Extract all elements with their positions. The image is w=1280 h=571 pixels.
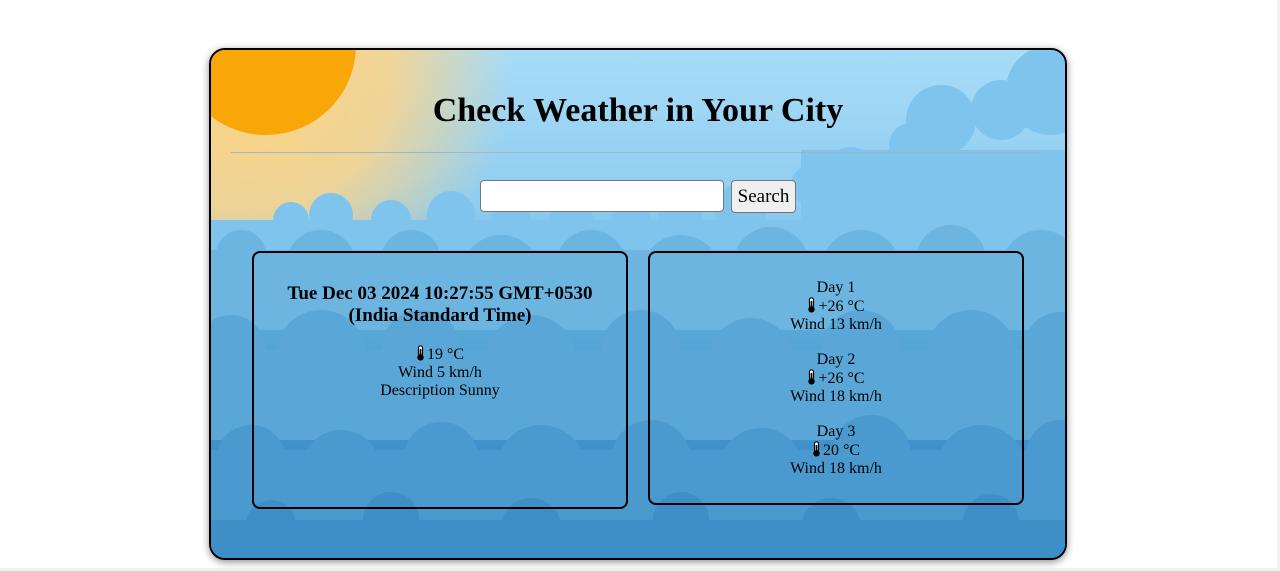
title-divider [231,152,1043,153]
current-details: 19 °C Wind 5 km/h Description Sunny [254,345,626,400]
forecast-day-3: Day 3 20 °C Wind 18 km/h [650,423,1022,478]
thermometer-icon [808,369,816,385]
current-temperature-row: 19 °C [254,345,626,364]
current-timezone-line: (India Standard Time) [348,305,532,326]
forecast-temperature: +26 °C [818,370,865,387]
current-temperature: 19 °C [426,346,465,363]
forecast-temperature-row: +26 °C [650,369,1022,388]
thermometer-icon [808,297,816,313]
weather-panel: Check Weather in Your City Search Tue De… [209,48,1067,560]
forecast-day-label: Day 3 [816,423,856,440]
forecast-day-label: Day 2 [816,351,856,368]
forecast-day-1: Day 1 +26 °C Wind 13 km/h [650,279,1022,334]
current-description: Description Sunny [380,382,500,399]
current-weather-card: Tue Dec 03 2024 10:27:55 GMT+0530 (India… [252,251,628,509]
forecast-temperature-row: 20 °C [650,441,1022,460]
forecast-wind: Wind 18 km/h [790,460,882,477]
forecast-list: Day 1 +26 °C Wind 13 km/h Day 2 +26 °C W… [650,279,1022,478]
forecast-card: Day 1 +26 °C Wind 13 km/h Day 2 +26 °C W… [648,251,1024,505]
forecast-temperature: +26 °C [818,298,865,315]
forecast-day-2: Day 2 +26 °C Wind 18 km/h [650,351,1022,406]
search-button[interactable]: Search [731,180,796,213]
current-date-heading: Tue Dec 03 2024 10:27:55 GMT+0530 (India… [274,283,606,327]
current-wind: Wind 5 km/h [398,364,482,381]
page: Check Weather in Your City Search Tue De… [0,0,1280,571]
forecast-temperature: 20 °C [822,442,861,459]
forecast-temperature-row: +26 °C [650,297,1022,316]
forecast-wind: Wind 13 km/h [790,316,882,333]
forecast-wind: Wind 18 km/h [790,388,882,405]
current-date-line: Tue Dec 03 2024 10:27:55 GMT+0530 [287,283,593,304]
thermometer-icon [417,345,424,361]
forecast-day-label: Day 1 [816,279,856,296]
thermometer-icon [813,441,820,457]
page-title: Check Weather in Your City [432,92,844,129]
city-search-input[interactable] [480,180,724,212]
